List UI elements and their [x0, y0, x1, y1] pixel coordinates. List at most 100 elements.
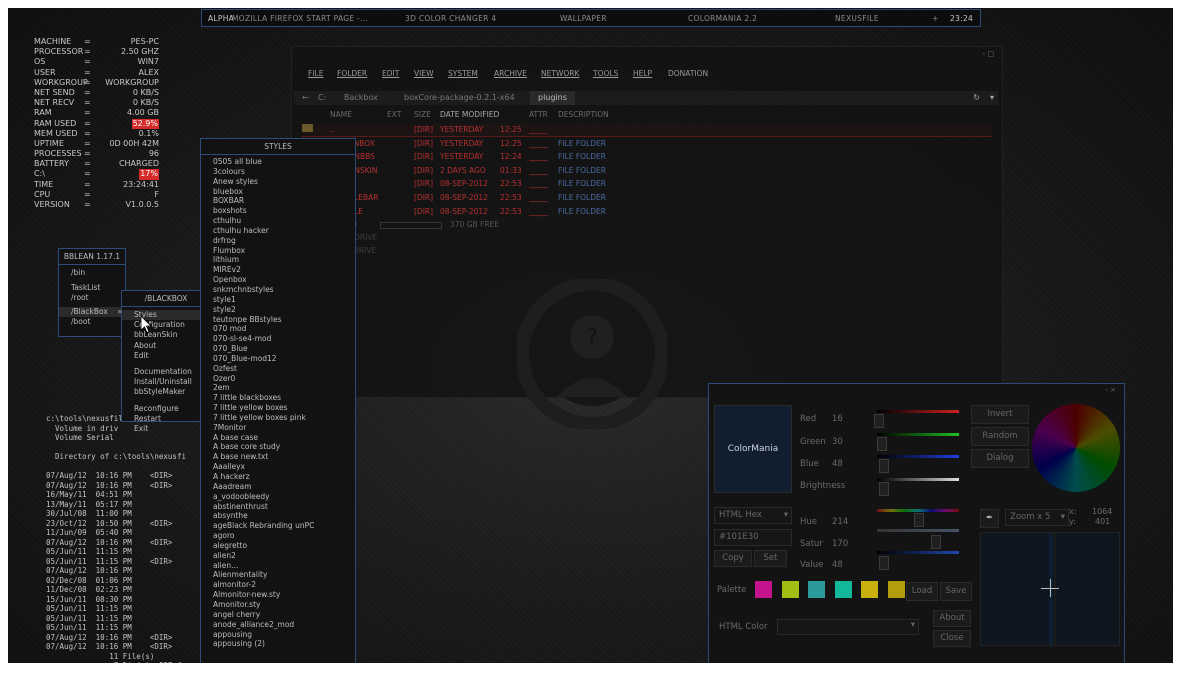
file-row[interactable]: BBLEANBBS[DIR]YESTERDAY12:24_____FILE FO… [302, 151, 992, 163]
style-item[interactable]: lithium [201, 255, 355, 265]
file-row[interactable]: BBSTYLEBAR[DIR]08-SEP-201222:53_____FILE… [302, 192, 992, 204]
hue-slider-thumb[interactable] [914, 513, 924, 527]
blackbox-item-exit[interactable]: Exit [122, 424, 210, 434]
load-button[interactable]: Load [906, 582, 938, 601]
hue-slider[interactable] [877, 509, 959, 512]
eyedropper-icon[interactable]: ✒ [980, 509, 999, 528]
satur-slider-thumb[interactable] [931, 535, 941, 549]
menu-view[interactable]: VIEW [414, 69, 434, 78]
bblean-item-bin[interactable]: /bin [59, 268, 125, 278]
bblean-item-blackbox[interactable]: /BlackBox» [59, 306, 125, 317]
blue-slider-thumb[interactable] [879, 459, 889, 473]
palette-swatch[interactable] [755, 581, 772, 598]
style-item[interactable]: 070_Blue [201, 344, 355, 354]
green-value[interactable]: 30 [832, 437, 843, 447]
style-item[interactable]: A base new.txt [201, 452, 355, 462]
style-item[interactable]: snkmchnbstyles [201, 285, 355, 295]
value-slider-thumb[interactable] [879, 556, 889, 570]
palette-swatch[interactable] [861, 581, 878, 598]
style-item[interactable]: Ozer0 [201, 374, 355, 384]
style-item[interactable]: 0505 all blue [201, 157, 355, 167]
style-item[interactable]: A base case [201, 433, 355, 443]
file-row[interactable]: BBSLIT[DIR]08-SEP-201222:53_____FILE FOL… [302, 178, 992, 190]
value-value[interactable]: 48 [832, 560, 843, 570]
taskbar-item-colormania[interactable]: COLORMANIA 2.2 [688, 14, 757, 23]
blue-value[interactable]: 48 [832, 459, 843, 469]
tray-icon[interactable]: + [932, 14, 939, 23]
menu-edit[interactable]: EDIT [382, 69, 399, 78]
col-size[interactable]: SIZE [414, 110, 431, 119]
menu-folder[interactable]: FOLDER [337, 69, 367, 78]
style-item[interactable]: Flumbox [201, 246, 355, 256]
value-slider[interactable] [877, 551, 959, 554]
style-item[interactable]: drfrog [201, 236, 355, 246]
brightness-slider-thumb[interactable] [879, 482, 889, 496]
blackbox-item-documentation[interactable]: Documentation [122, 367, 210, 377]
red-slider[interactable] [877, 410, 959, 413]
menu-system[interactable]: SYSTEM [448, 69, 478, 78]
format-select[interactable]: HTML Hex ▾ [714, 507, 792, 524]
zoom-select[interactable]: Zoom x 5 ▾ [1005, 509, 1069, 526]
file-row[interactable]: BBSTYLE[DIR]08-SEP-201222:53_____FILE FO… [302, 205, 992, 218]
breadcrumb-drive[interactable]: C: [318, 91, 326, 105]
style-item[interactable]: 7Monitor [201, 423, 355, 433]
palette-swatch[interactable] [781, 581, 799, 598]
col-attr[interactable]: ATTR [529, 110, 548, 119]
html-color-select[interactable]: ▾ [777, 619, 919, 635]
blackbox-item-edit[interactable]: Edit [122, 351, 210, 361]
style-item[interactable]: 7 little yellow boxes pink [201, 413, 355, 423]
window-controls[interactable]: - □ [983, 50, 994, 58]
menu-file[interactable]: FILE [308, 69, 323, 78]
style-item[interactable]: angel cherry [201, 610, 355, 620]
blue-slider[interactable] [877, 455, 959, 458]
taskbar-item-wallpaper[interactable]: WALLPAPER [560, 14, 607, 23]
menu-donation[interactable]: DONATION [668, 69, 708, 78]
color-wheel[interactable] [1032, 404, 1120, 492]
style-item[interactable]: a_vodoobleedy [201, 492, 355, 502]
menu-help[interactable]: HELP [633, 69, 652, 78]
bblean-item-tasklist[interactable]: TaskList [59, 283, 125, 293]
invert-button[interactable]: Invert [971, 405, 1029, 424]
blackbox-item-reconfigure[interactable]: Reconfigure [122, 404, 210, 414]
taskbar-item-firefox[interactable]: MOZILLA FIREFOX START PAGE -... [232, 14, 368, 23]
style-item[interactable]: Ozfest [201, 364, 355, 374]
style-item[interactable]: cthulhu hacker [201, 226, 355, 236]
palette-swatch[interactable] [808, 581, 825, 598]
style-item[interactable]: almonitor-2 [201, 580, 355, 590]
style-item[interactable]: alegretto [201, 541, 355, 551]
refresh-icon[interactable]: ↻ [973, 91, 980, 105]
palette-swatch[interactable] [887, 581, 905, 598]
palette-swatch[interactable] [834, 581, 852, 598]
style-item[interactable]: Openbox [201, 275, 355, 285]
window-controls[interactable]: - × [1105, 386, 1116, 394]
style-item[interactable]: alien... [201, 561, 355, 571]
style-item[interactable]: abstinenthrust [201, 502, 355, 512]
copy-button[interactable]: Copy [714, 550, 752, 567]
satur-value[interactable]: 170 [832, 539, 848, 549]
taskbar-workspace[interactable]: ALPHA [208, 14, 234, 23]
style-item[interactable]: agoro [201, 531, 355, 541]
menu-tools[interactable]: TOOLS [593, 69, 618, 78]
save-button[interactable]: Save [940, 582, 972, 601]
blackbox-item-configuration[interactable]: Configuration [122, 320, 210, 330]
style-item[interactable]: Alienmentality [201, 570, 355, 580]
style-item[interactable]: Almonitor-new.sty [201, 590, 355, 600]
style-item[interactable]: alien2 [201, 551, 355, 561]
taskbar-item-3d-color-changer[interactable]: 3D COLOR CHANGER 4 [405, 14, 496, 23]
blackbox-item-install-uninstall[interactable]: Install/Uninstall [122, 377, 210, 387]
blackbox-item-bbleanskin[interactable]: bbLeanSkin [122, 330, 210, 340]
back-icon[interactable]: ← [302, 91, 309, 105]
satur-slider[interactable] [877, 529, 959, 532]
style-item[interactable]: absynthe [201, 511, 355, 521]
style-item[interactable]: boxshots [201, 206, 355, 216]
col-description[interactable]: DESCRIPTION [558, 110, 609, 119]
dialog-button[interactable]: Dialog [971, 449, 1029, 468]
col-name[interactable]: NAME [330, 110, 352, 119]
dropdown-icon[interactable]: ▾ [990, 91, 994, 105]
style-item[interactable]: Amonitor.sty [201, 600, 355, 610]
blackbox-item-about[interactable]: About [122, 341, 210, 351]
style-item[interactable]: Anew styles [201, 177, 355, 187]
style-item[interactable]: 7 little blackboxes [201, 393, 355, 403]
menu-archive[interactable]: ARCHIVE [494, 69, 527, 78]
blackbox-item-restart[interactable]: Restart [122, 414, 210, 424]
